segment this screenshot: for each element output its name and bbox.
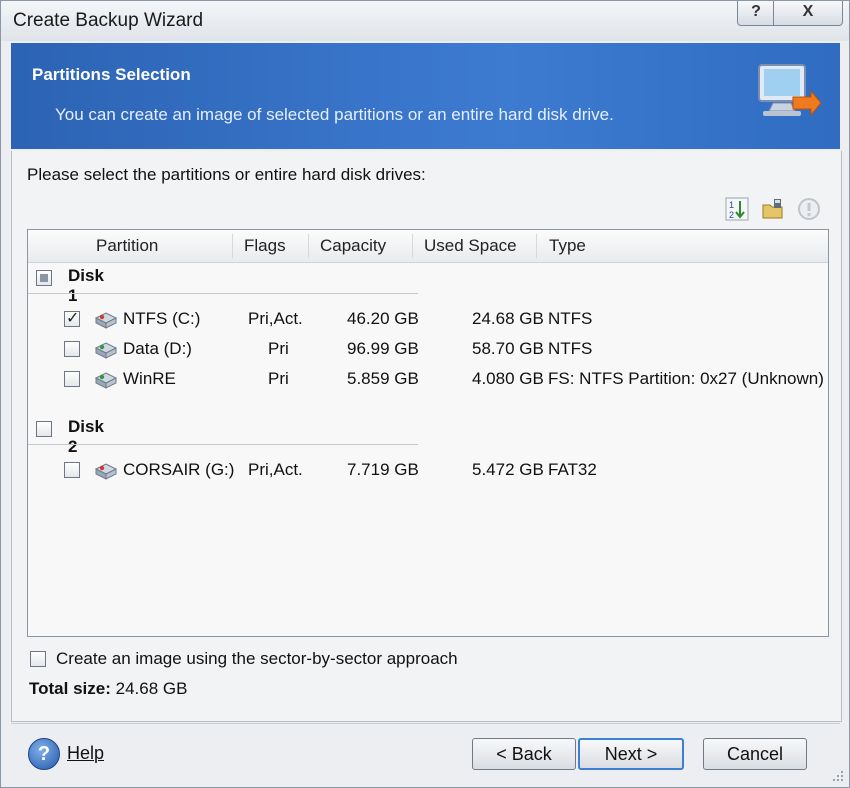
page-subtitle: You can create an image of selected part… [55, 105, 614, 124]
sort-icon[interactable]: 1 2 [725, 197, 749, 221]
partition-checkbox[interactable] [64, 341, 80, 357]
partition-checkbox[interactable] [64, 308, 80, 328]
window-title: Create Backup Wizard [13, 10, 204, 31]
disk-label: Disk 2 [68, 417, 104, 456]
partition-type: NTFS [548, 339, 593, 358]
content-panel: Please select the partitions or entire h… [11, 151, 842, 722]
column-partition[interactable]: Partition [96, 236, 158, 256]
back-button[interactable]: < Back [472, 738, 576, 770]
disk-label: Disk 1 [68, 266, 104, 305]
partition-flags: Pri,Act. [248, 460, 303, 479]
partition-row[interactable]: CORSAIR (G:) Pri,Act. 7.719 GB 5.472 GB … [28, 455, 828, 485]
column-type[interactable]: Type [549, 236, 586, 256]
partition-capacity: 46.20 GB [347, 309, 419, 328]
partition-flags: Pri [268, 339, 289, 358]
partition-used-space: 58.70 GB [472, 339, 544, 358]
total-size-label: Total size: [29, 679, 111, 698]
sector-by-sector-label: Create an image using the sector-by-sect… [56, 649, 458, 668]
next-button[interactable]: Next > [578, 738, 684, 770]
partition-row[interactable]: NTFS (C:) Pri,Act. 46.20 GB 24.68 GB NTF… [28, 304, 828, 334]
total-size-value: 24.68 GB [115, 679, 188, 698]
disk-1-checkbox[interactable] [36, 270, 52, 286]
drive-icon [94, 342, 118, 359]
help-link[interactable]: Help [67, 743, 104, 764]
svg-text:1: 1 [729, 200, 734, 210]
partition-name: Data (D:) [123, 339, 192, 358]
partition-row[interactable]: WinRE Pri 5.859 GB 4.080 GB FS: NTFS Par… [28, 364, 828, 394]
partition-flags: Pri,Act. [248, 309, 303, 328]
wizard-header: Partitions Selection You can create an i… [11, 43, 840, 149]
footer-divider [11, 723, 840, 724]
partition-checkbox[interactable] [64, 371, 80, 387]
cancel-button[interactable]: Cancel [703, 738, 807, 770]
partition-checkbox[interactable] [64, 462, 80, 478]
partition-type: FS: NTFS Partition: 0x27 (Unknown) [548, 369, 824, 388]
partition-capacity: 96.99 GB [347, 339, 419, 358]
partition-name: NTFS (C:) [123, 309, 201, 328]
title-bar: Create Backup Wizard ? X [1, 1, 849, 41]
partition-used-space: 4.080 GB [472, 369, 544, 388]
partition-capacity: 7.719 GB [347, 460, 419, 479]
drive-icon [94, 372, 118, 389]
resize-grip-icon[interactable] [827, 767, 845, 785]
titlebar-close-button[interactable]: X [773, 1, 843, 26]
partition-used-space: 24.68 GB [472, 309, 544, 328]
partition-type: NTFS [548, 309, 593, 328]
partition-name: WinRE [123, 369, 176, 388]
list-toolbar: 1 2 [725, 197, 825, 221]
disk-2-checkbox[interactable] [36, 421, 52, 437]
total-size: Total size: 24.68 GB [29, 679, 187, 699]
partition-capacity: 5.859 GB [347, 369, 419, 388]
partition-used-space: 5.472 GB [472, 460, 544, 479]
instruction-text: Please select the partitions or entire h… [27, 165, 426, 184]
info-disabled-icon[interactable] [797, 197, 821, 221]
computer-backup-icon [758, 64, 822, 117]
drive-icon [94, 463, 118, 480]
drive-icon [94, 312, 118, 329]
column-header: Partition Flags Capacity Used Space Type [28, 230, 828, 263]
folder-settings-icon[interactable] [761, 197, 785, 221]
column-flags[interactable]: Flags [244, 236, 286, 256]
wizard-window: Create Backup Wizard ? X Partitions Sele… [0, 0, 850, 788]
page-title: Partitions Selection [32, 65, 191, 84]
column-used-space[interactable]: Used Space [424, 236, 517, 256]
titlebar-help-button[interactable]: ? [737, 1, 775, 26]
column-capacity[interactable]: Capacity [320, 236, 386, 256]
partition-row[interactable]: Data (D:) Pri 96.99 GB 58.70 GB NTFS [28, 334, 828, 364]
partition-flags: Pri [268, 369, 289, 388]
partition-type: FAT32 [548, 460, 597, 479]
sector-by-sector-checkbox[interactable] [30, 651, 46, 667]
svg-text:2: 2 [729, 210, 734, 220]
help-icon[interactable]: ? [28, 738, 60, 770]
partition-name: CORSAIR (G:) [123, 460, 235, 479]
partition-list[interactable]: Partition Flags Capacity Used Space Type… [27, 229, 829, 637]
